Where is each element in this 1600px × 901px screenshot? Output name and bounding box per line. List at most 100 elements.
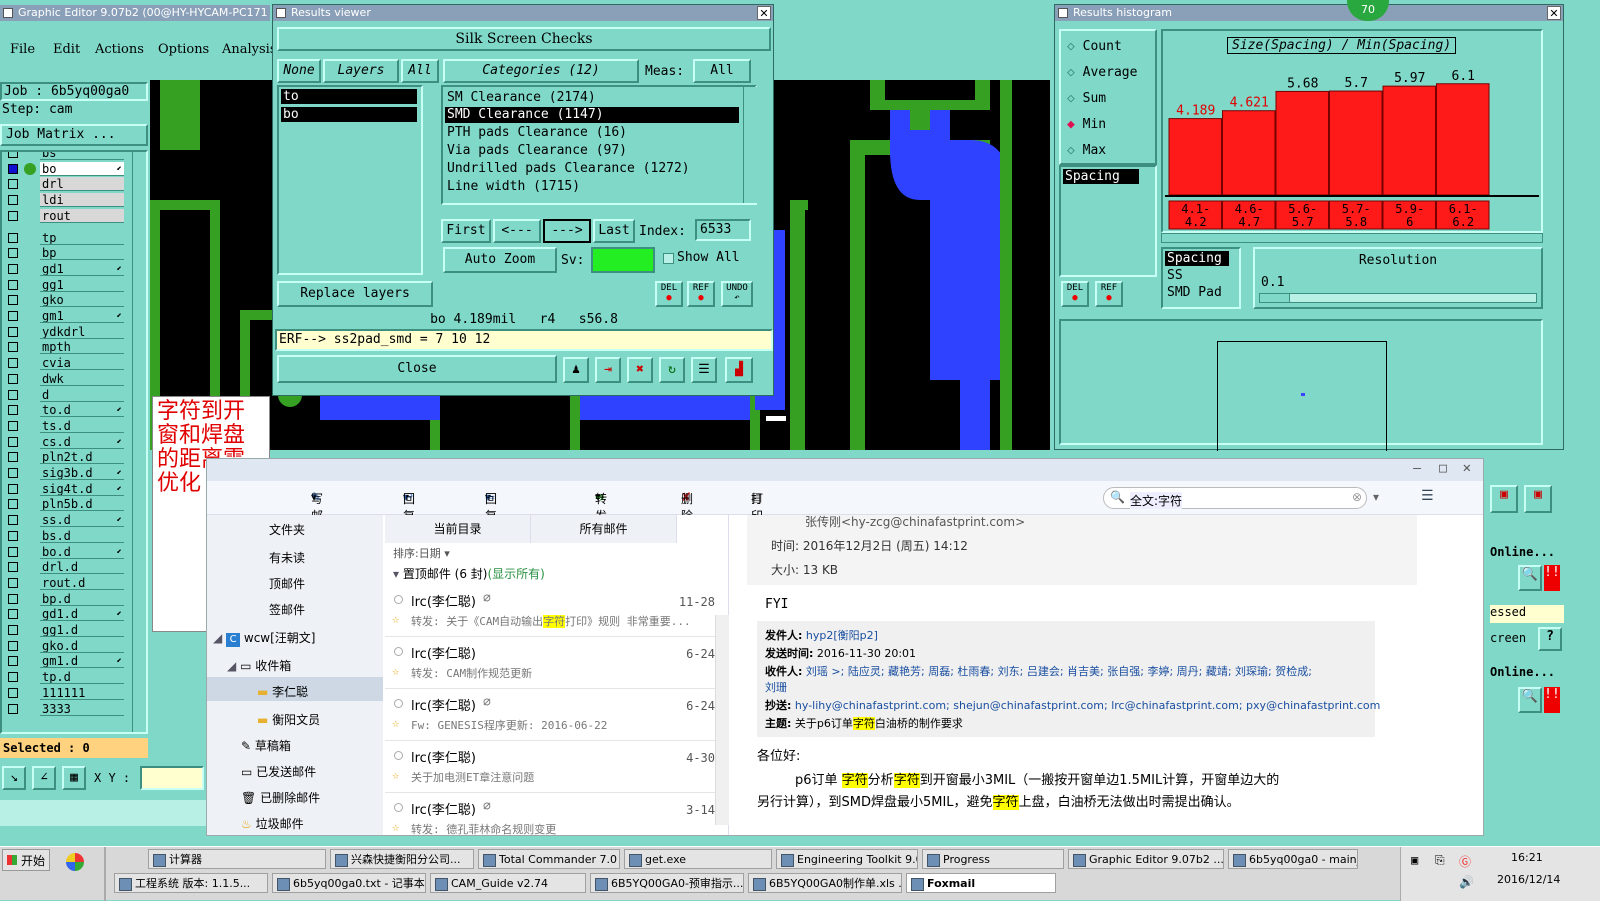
category-item-selected[interactable]: SMD Clearance (1147) xyxy=(445,107,739,123)
layer-row[interactable]: bs.d xyxy=(6,528,124,544)
layer-row[interactable]: gm1.d ⬋ xyxy=(6,654,124,669)
tool-refresh-icon[interactable]: ↻ xyxy=(659,357,685,383)
categories-header[interactable]: Categories (12) xyxy=(443,59,639,83)
compose-button[interactable]: ✎ 写邮件 ▾ xyxy=(311,490,323,540)
unread-dot[interactable] xyxy=(394,647,403,656)
menu-icon[interactable]: ☰ xyxy=(1421,488,1434,504)
folder-item[interactable]: 签邮件 xyxy=(269,601,305,618)
layer-row[interactable]: mpth xyxy=(6,340,124,355)
layer-checkbox[interactable] xyxy=(8,326,18,337)
strip-help-icon[interactable]: ? xyxy=(1538,627,1562,651)
sender[interactable]: 张传刚<hy-zcg@chinafastprint.com> xyxy=(805,513,1025,530)
taskbar-item[interactable]: 兴森快捷衡阳分公司... xyxy=(330,849,474,869)
stat-item[interactable]: SMD Pad xyxy=(1165,285,1222,300)
layer-checkbox[interactable] xyxy=(8,210,18,221)
stat-item[interactable]: SS xyxy=(1165,268,1183,283)
tool-clear-icon[interactable]: ✖ xyxy=(627,357,653,383)
tray-icon[interactable]: ▣ xyxy=(1411,853,1418,867)
taskbar-item[interactable]: 6b5yq00ga0 - main_qa xyxy=(1228,849,1358,869)
from-value[interactable]: hyp2[衡阳p2] xyxy=(806,629,878,642)
layer-checkbox[interactable] xyxy=(8,232,18,243)
layer-row[interactable]: drl xyxy=(6,177,124,192)
taskbar-item[interactable]: get.exe xyxy=(624,849,772,869)
layer-checkbox[interactable] xyxy=(8,373,18,384)
layer-checkbox[interactable] xyxy=(8,499,18,510)
inbox-folder[interactable]: ◢ ▭ 收件箱 xyxy=(227,657,291,674)
layer-row[interactable]: gko xyxy=(6,293,124,308)
taskbar-item[interactable]: Graphic Editor 9.07b2 ... xyxy=(1068,849,1224,869)
histogram-close-icon[interactable]: ✕ xyxy=(1547,6,1561,20)
close-icon[interactable]: ✕ xyxy=(1463,460,1471,476)
layer-checkbox[interactable] xyxy=(8,515,18,526)
sort-selector[interactable]: 排序:日期 ▾ xyxy=(393,545,450,561)
unread-dot[interactable] xyxy=(394,595,403,604)
strip-zoom-icon[interactable]: 🔍 xyxy=(1518,565,1542,591)
tab-all[interactable]: All xyxy=(401,59,439,83)
category-item[interactable]: PTH pads Clearance (16) xyxy=(445,124,739,141)
taskbar-item[interactable]: Foxmail xyxy=(906,873,1056,893)
folder-item[interactable]: 有未读 xyxy=(269,549,305,566)
category-item[interactable]: SM Clearance (2174) xyxy=(445,89,739,106)
histogram-bar[interactable] xyxy=(1329,90,1383,196)
taskbar-item[interactable]: 6B5YQ00GA0-预审指示... xyxy=(590,873,744,893)
drafts-folder[interactable]: ✎ 草稿箱 xyxy=(241,737,291,754)
layer-row[interactable]: 3333 xyxy=(6,701,124,717)
tool-histogram-icon[interactable]: ▟ xyxy=(725,357,753,383)
star-icon[interactable]: ☆ xyxy=(392,768,399,782)
sv-color-select[interactable] xyxy=(591,247,655,273)
layer-checkbox[interactable] xyxy=(8,609,18,620)
layer-row[interactable]: gd1 ⬋ xyxy=(6,261,124,277)
unread-dot[interactable] xyxy=(394,803,403,812)
tool-measure-icon[interactable]: ∠ xyxy=(32,766,56,790)
next-button[interactable]: ---> xyxy=(543,219,591,243)
layer-checkbox[interactable] xyxy=(8,163,18,174)
message-list-scrollbar[interactable] xyxy=(715,615,729,825)
option-min[interactable]: ◆ Min xyxy=(1067,117,1106,132)
layer-checkbox[interactable] xyxy=(8,358,18,369)
search-options-icon[interactable]: ▾ xyxy=(1373,490,1379,504)
category-item[interactable]: Via pads Clearance (97) xyxy=(445,142,739,159)
layer-row[interactable]: pln2t.d xyxy=(6,450,124,465)
menu-edit[interactable]: Edit xyxy=(53,42,80,57)
subfolder-item[interactable]: ▬ 衡阳文员 xyxy=(257,711,320,728)
undo-button[interactable]: UNDO ↶ xyxy=(721,281,753,307)
layer-row[interactable]: bo ⬋ xyxy=(6,161,124,177)
layer-row[interactable]: gko.d xyxy=(6,638,124,654)
star-icon[interactable]: ☆ xyxy=(392,820,399,834)
search-clear-icon[interactable]: ⊗ xyxy=(1352,490,1362,504)
xy-input[interactable] xyxy=(140,766,204,790)
layer-row[interactable]: 111111 xyxy=(6,685,124,701)
layer-row[interactable]: tp.d xyxy=(6,670,124,685)
taskbar-item[interactable]: 工程系统 版本: 1.1.5... xyxy=(114,873,268,893)
layer-checkbox[interactable] xyxy=(8,420,18,431)
list-tab-current[interactable]: 当前目录 xyxy=(385,515,531,543)
layer-checkbox[interactable] xyxy=(8,546,18,557)
quicklaunch-icon[interactable] xyxy=(66,853,84,871)
category-item[interactable]: Undrilled pads Clearance (1272) xyxy=(445,160,739,177)
layer-checkbox[interactable] xyxy=(8,279,18,290)
tool-exit-icon[interactable]: ⇥ xyxy=(595,357,621,383)
meas-select[interactable]: All xyxy=(693,59,751,83)
layer-row[interactable]: dwk xyxy=(6,371,124,387)
layer-row[interactable]: rout.d xyxy=(6,575,124,591)
layer-checkbox[interactable] xyxy=(8,483,18,494)
layer-checkbox[interactable] xyxy=(8,530,18,541)
layer-checkbox[interactable] xyxy=(8,152,18,158)
layer-row[interactable]: drl.d xyxy=(6,560,124,575)
last-button[interactable]: Last xyxy=(593,219,635,243)
tool-select-icon[interactable]: ↘ xyxy=(2,766,26,790)
unread-dot[interactable] xyxy=(394,751,403,760)
replace-layers-dropdown[interactable]: Replace layers xyxy=(277,281,433,307)
resolution-slider[interactable] xyxy=(1259,293,1537,303)
junk-folder[interactable]: ♨ 垃圾邮件 xyxy=(241,815,304,832)
forward-button[interactable]: ➔ 转发 ▾ xyxy=(595,490,607,523)
layer-checkbox[interactable] xyxy=(8,179,18,190)
menu-analysis[interactable]: Analysis xyxy=(222,42,277,57)
to-value-cont[interactable]: 刘珊 xyxy=(765,679,787,695)
tool-grid-icon[interactable]: ▦ xyxy=(62,766,86,790)
layer-row[interactable]: bp.d xyxy=(6,591,124,607)
list-item[interactable]: Spacing xyxy=(1063,169,1139,184)
layer-row[interactable]: to.d ⬋ xyxy=(6,403,124,418)
layer-row[interactable]: bp xyxy=(6,246,124,261)
auto-zoom-dropdown[interactable]: Auto Zoom xyxy=(443,247,557,273)
